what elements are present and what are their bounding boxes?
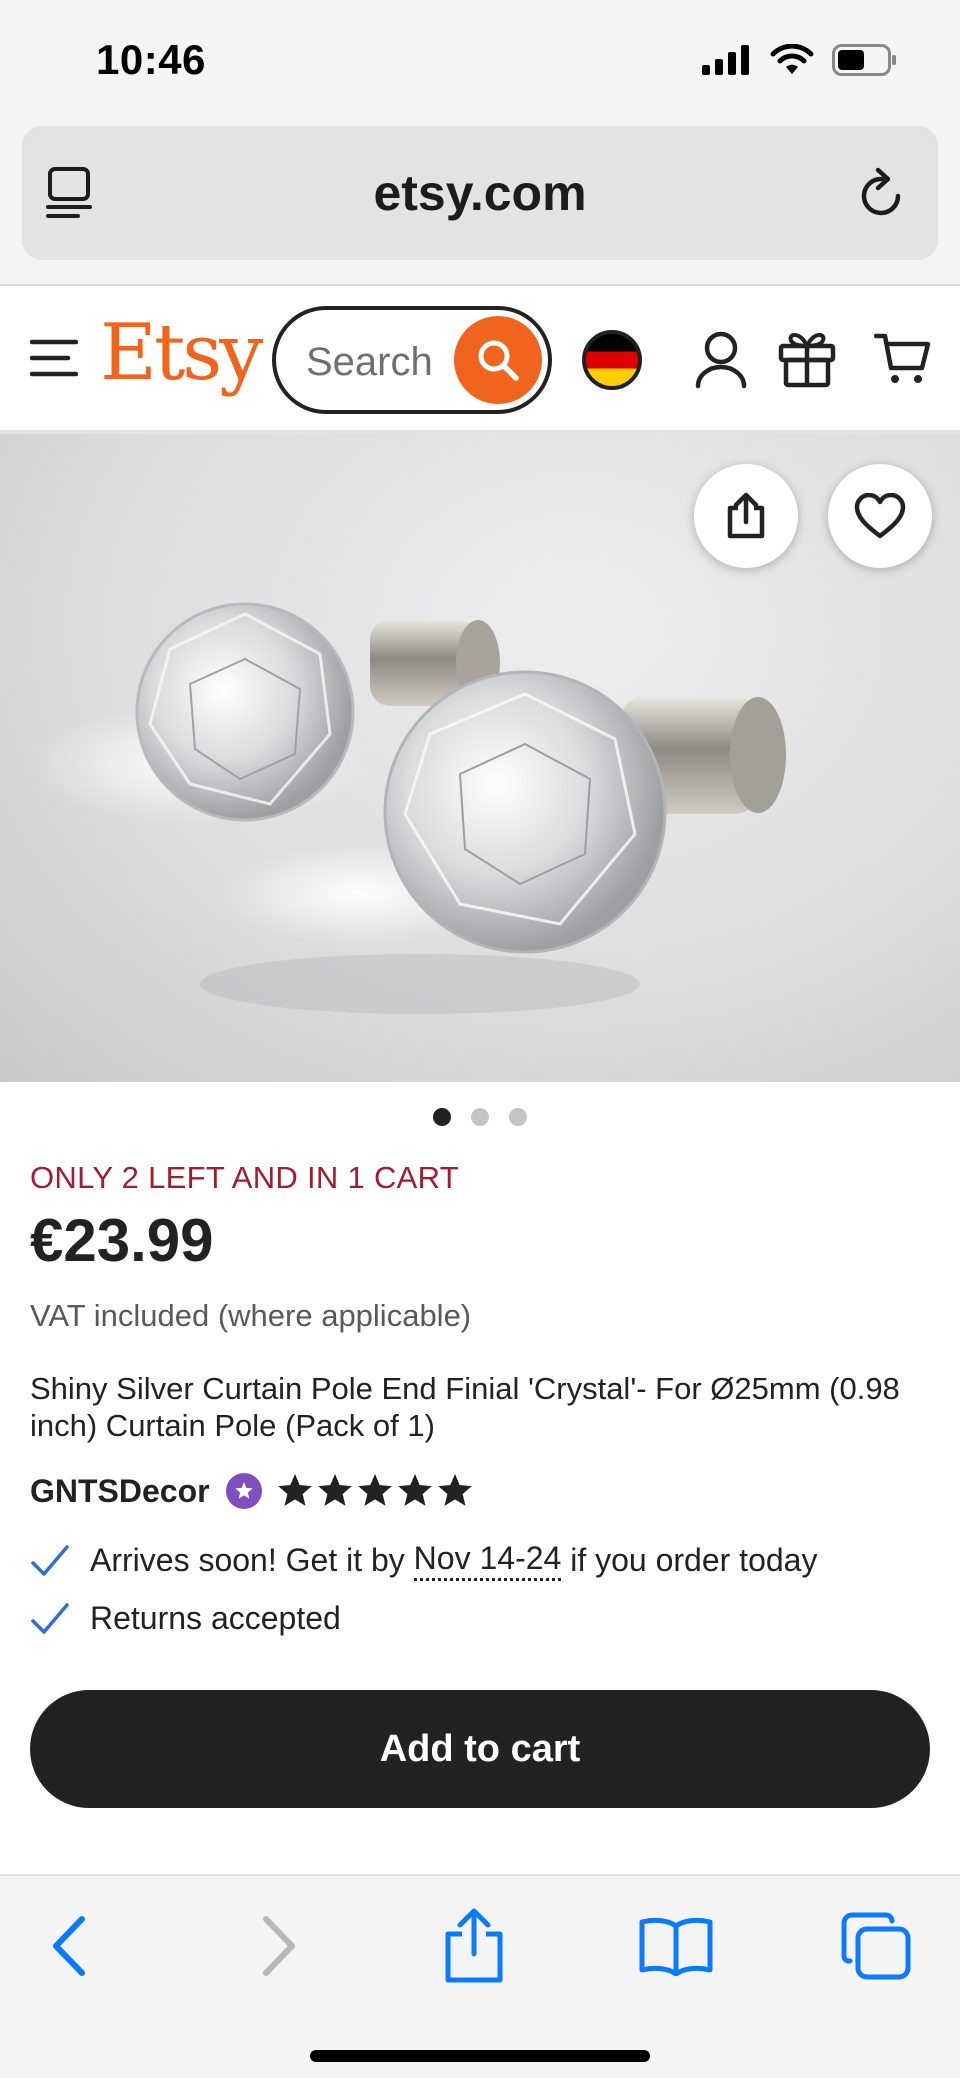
delivery-prefix: Arrives soon! Get it by (90, 1542, 405, 1578)
star-icon (277, 1474, 312, 1506)
star-icon (437, 1474, 472, 1506)
vat-note: VAT included (where applicable) (30, 1298, 472, 1333)
returns-text: Returns accepted (90, 1600, 341, 1636)
status-icons (702, 44, 898, 76)
checkmark-icon (31, 1602, 69, 1634)
gift-icon[interactable] (778, 326, 836, 388)
checkmark-icon (31, 1544, 69, 1576)
star-icon (357, 1474, 392, 1506)
tabs-button[interactable] (836, 1906, 916, 1986)
delivery-dates-link[interactable]: Nov 14-24 (413, 1540, 562, 1581)
share-page-button[interactable] (434, 1906, 514, 1986)
star-icon (317, 1474, 352, 1506)
hamburger-menu-icon[interactable] (30, 338, 78, 378)
delivery-suffix: if you order today (570, 1542, 818, 1578)
search-input[interactable]: Search (272, 306, 552, 414)
search-button[interactable] (454, 316, 542, 404)
search-placeholder: Search (306, 340, 433, 384)
share-icon (727, 492, 765, 539)
battery-icon (832, 44, 896, 76)
forward-chevron-icon (263, 1916, 295, 1976)
browser-toolbar (0, 1874, 960, 2078)
price: €23.99 (30, 1207, 214, 1274)
product-title: Shiny Silver Curtain Pole End Finial 'Cr… (30, 1371, 900, 1443)
status-bar: 10:46 (0, 0, 960, 120)
url-text[interactable]: etsy.com (22, 164, 938, 222)
back-button[interactable] (30, 1906, 110, 1986)
account-icon[interactable] (694, 330, 748, 390)
home-indicator (310, 2050, 650, 2062)
cellular-signal-icon (702, 45, 749, 75)
status-time: 10:46 (96, 36, 206, 83)
bookmarks-book-icon (639, 1917, 713, 1976)
carousel-dot[interactable] (471, 1108, 489, 1126)
product-image[interactable] (0, 434, 960, 1082)
star-icon (397, 1474, 432, 1506)
browser-address-area: etsy.com (0, 120, 960, 286)
back-chevron-icon (53, 1916, 85, 1976)
favorite-button[interactable] (828, 464, 932, 568)
cart-icon[interactable] (874, 330, 932, 386)
forward-button[interactable] (238, 1906, 318, 1986)
delivery-estimate: Arrives soon! Get it by Nov 14-24 if you… (30, 1540, 817, 1581)
carousel-dot[interactable] (509, 1108, 527, 1126)
stock-notice: ONLY 2 LEFT AND IN 1 CART (30, 1160, 460, 1195)
tabs-icon (841, 1912, 911, 1980)
etsy-header: Etsy Search (0, 286, 960, 434)
carousel-dot[interactable] (433, 1108, 451, 1126)
etsy-logo[interactable]: Etsy (100, 308, 263, 398)
crystal-finials-photo (30, 602, 786, 1014)
heart-icon (854, 493, 906, 539)
bookmarks-button[interactable] (636, 1906, 716, 1986)
germany-flag-icon[interactable] (582, 330, 642, 390)
image-carousel-dots[interactable] (0, 1108, 960, 1126)
add-to-cart-button[interactable]: Add to cart (30, 1690, 930, 1808)
returns-policy: Returns accepted (30, 1600, 341, 1637)
share-button[interactable] (694, 464, 798, 568)
wifi-icon (770, 44, 814, 74)
shop-name-link[interactable]: GNTSDecor (30, 1473, 210, 1510)
search-icon (478, 340, 519, 381)
reload-icon[interactable] (856, 166, 908, 222)
star-seller-badge-icon (225, 1473, 262, 1509)
shop-row: GNTSDecor (30, 1466, 472, 1516)
share-icon (445, 1908, 503, 1983)
address-bar[interactable]: etsy.com (22, 126, 938, 260)
rating-stars[interactable] (277, 1474, 472, 1508)
